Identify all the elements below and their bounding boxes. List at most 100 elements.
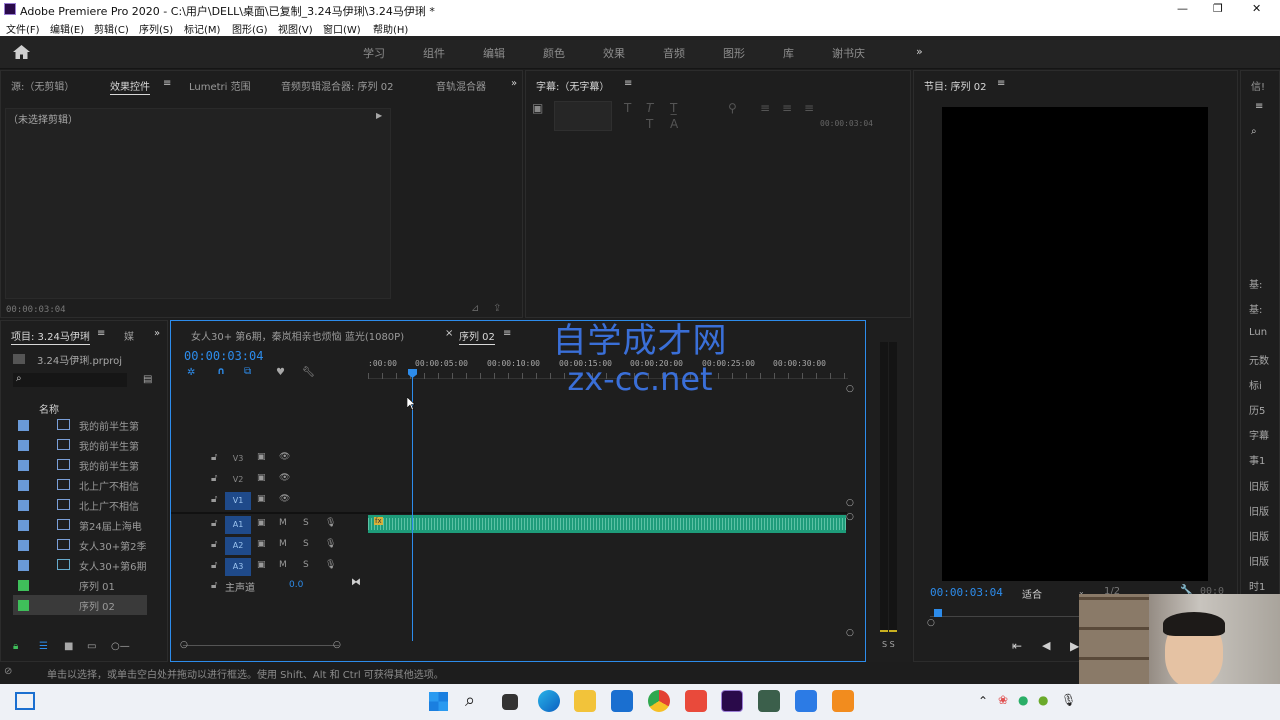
solo-meter-labels[interactable]: S S: [882, 640, 895, 649]
text-size-icon[interactable]: T: [646, 117, 653, 131]
start-icon[interactable]: [429, 692, 448, 711]
track-target-a3[interactable]: A3: [225, 558, 251, 576]
track-target-a2[interactable]: A2: [225, 537, 251, 555]
lock-icon[interactable]: 🔓︎: [211, 473, 217, 484]
track-target-v2[interactable]: V2: [225, 471, 251, 489]
sync-lock-icon[interactable]: ▣: [257, 518, 266, 528]
menu-sequence[interactable]: 序列(S): [139, 21, 173, 36]
list-item[interactable]: 我的前半生第: [13, 455, 147, 475]
eye-icon[interactable]: 👁︎: [279, 452, 290, 462]
wps-icon[interactable]: [685, 690, 707, 712]
list-view-icon[interactable]: ☰: [39, 641, 48, 652]
track-target-v3[interactable]: V3: [225, 450, 251, 468]
edge-icon[interactable]: [538, 690, 560, 712]
menu-view[interactable]: 视图(V): [278, 21, 313, 36]
tab-sequence-clip[interactable]: 女人30+ 第6期，秦岚相亲也烦恼 蓝光(1080P): [191, 328, 404, 343]
menu-window[interactable]: 窗口(W): [323, 21, 361, 36]
zoom-slider[interactable]: ○—: [111, 641, 130, 652]
right-item-12[interactable]: 旧版: [1249, 553, 1269, 568]
menu-marker[interactable]: 标记(M): [184, 21, 220, 36]
track-target-a1[interactable]: A1: [225, 516, 251, 534]
right-item-9[interactable]: 旧版: [1249, 478, 1269, 493]
mic-icon[interactable]: 🎙︎: [325, 539, 336, 549]
lock-icon[interactable]: 🔓︎: [211, 539, 217, 550]
lock-icon[interactable]: 🔓︎: [211, 560, 217, 571]
right-item-4[interactable]: 元数: [1249, 352, 1269, 367]
search-icon[interactable]: ⌕: [465, 690, 487, 712]
nest-icon[interactable]: ✲: [187, 367, 195, 378]
solo-button[interactable]: S: [303, 560, 309, 570]
bold-icon[interactable]: T: [624, 101, 631, 115]
tab-project[interactable]: 项目: 3.24马伊琍: [11, 328, 90, 345]
menu-icon[interactable]: ≡: [163, 78, 171, 89]
ws-graphics[interactable]: 图形: [723, 45, 745, 61]
column-header-name[interactable]: 名称: [39, 401, 59, 416]
timeline-timecode[interactable]: 00:00:03:04: [184, 349, 263, 363]
orange-app-icon[interactable]: [832, 690, 854, 712]
list-item[interactable]: 女人30+第2季: [13, 535, 147, 555]
align-center-icon[interactable]: ≡: [782, 101, 792, 115]
vertical-scroll-handle[interactable]: ○: [846, 512, 854, 522]
align-left-icon[interactable]: ≡: [760, 101, 770, 115]
program-playhead[interactable]: [934, 609, 942, 617]
project-menu-icon[interactable]: ≡: [97, 328, 105, 339]
tray-green-icon[interactable]: ●: [1038, 693, 1048, 707]
tab-effect-controls[interactable]: 效果控件: [110, 78, 150, 95]
vertical-scroll-handle[interactable]: ○: [846, 384, 854, 394]
icon-view-icon[interactable]: ■: [64, 641, 73, 652]
project-search-input[interactable]: [13, 373, 127, 387]
mute-button[interactable]: M: [279, 539, 287, 549]
go-to-in-icon[interactable]: ⇤: [1012, 639, 1022, 653]
playhead-line[interactable]: [412, 371, 413, 641]
file-explorer-small-icon[interactable]: [502, 694, 518, 710]
vertical-scroll-handle[interactable]: ○: [846, 498, 854, 508]
mail-icon[interactable]: [611, 690, 633, 712]
tab-audio-clip-mixer[interactable]: 音频剪辑混合器: 序列 02: [281, 78, 393, 93]
premiere-taskbar-icon[interactable]: [721, 690, 743, 712]
lock-icon[interactable]: 🔓︎: [211, 494, 217, 505]
close-tab-icon[interactable]: ×: [445, 328, 453, 339]
list-item[interactable]: 序列 01: [13, 575, 147, 595]
lock-icon[interactable]: 🔓︎: [211, 452, 217, 463]
right-item-6[interactable]: 历5: [1249, 402, 1265, 417]
list-item[interactable]: 女人30+第6期: [13, 555, 147, 575]
close-button[interactable]: ✕: [1252, 2, 1261, 15]
marker-icon[interactable]: ♥: [276, 367, 285, 378]
right-item-1[interactable]: 基:: [1249, 276, 1262, 291]
home-icon[interactable]: [13, 45, 30, 59]
menu-clip[interactable]: 剪辑(C): [94, 21, 129, 36]
horizontal-scrollbar[interactable]: [183, 645, 339, 646]
tab-sequence-02[interactable]: 序列 02: [459, 328, 495, 345]
h-scroll-start-handle[interactable]: ○: [180, 640, 188, 650]
sync-lock-icon[interactable]: ▣: [257, 560, 266, 570]
right-item-10[interactable]: 旧版: [1249, 503, 1269, 518]
right-item-2[interactable]: 基:: [1249, 301, 1262, 316]
ws-audio[interactable]: 音频: [663, 45, 685, 61]
list-item[interactable]: 北上广不相信: [13, 495, 147, 515]
program-timecode[interactable]: 00:00:03:04: [930, 586, 1003, 599]
export-icon[interactable]: ⇪: [493, 303, 501, 314]
tab-captions[interactable]: 字幕:（无字幕）: [536, 78, 609, 93]
sync-lock-icon[interactable]: ▣: [257, 452, 266, 462]
menu-edit[interactable]: 编辑(E): [50, 21, 84, 36]
align-right-icon[interactable]: ≡: [804, 101, 814, 115]
freeform-view-icon[interactable]: ▭: [87, 641, 96, 652]
lock-icon[interactable]: 🔓︎: [211, 518, 217, 529]
menu-file[interactable]: 文件(F): [6, 21, 40, 36]
list-item[interactable]: 我的前半生第: [13, 435, 147, 455]
panel-overflow-icon[interactable]: »: [511, 78, 517, 89]
tab-program[interactable]: 节目: 序列 02: [924, 78, 986, 93]
play-icon[interactable]: ▶: [1070, 639, 1079, 653]
ws-libraries[interactable]: 库: [783, 45, 794, 61]
ws-custom[interactable]: 谢书庆: [832, 45, 865, 61]
right-item-11[interactable]: 旧版: [1249, 528, 1269, 543]
lock-icon[interactable]: 🔒︎: [13, 641, 18, 652]
eye-icon[interactable]: 👁︎: [279, 494, 290, 504]
solo-button[interactable]: S: [303, 518, 309, 528]
list-item[interactable]: 序列 02: [13, 595, 147, 615]
snap-icon[interactable]: ∩: [217, 366, 225, 377]
sync-lock-icon[interactable]: ▣: [257, 494, 266, 504]
right-search-icon[interactable]: ⌕: [1251, 126, 1257, 137]
mic-icon[interactable]: 🎙︎: [325, 560, 336, 570]
anchor-icon[interactable]: ⚲: [728, 101, 737, 115]
